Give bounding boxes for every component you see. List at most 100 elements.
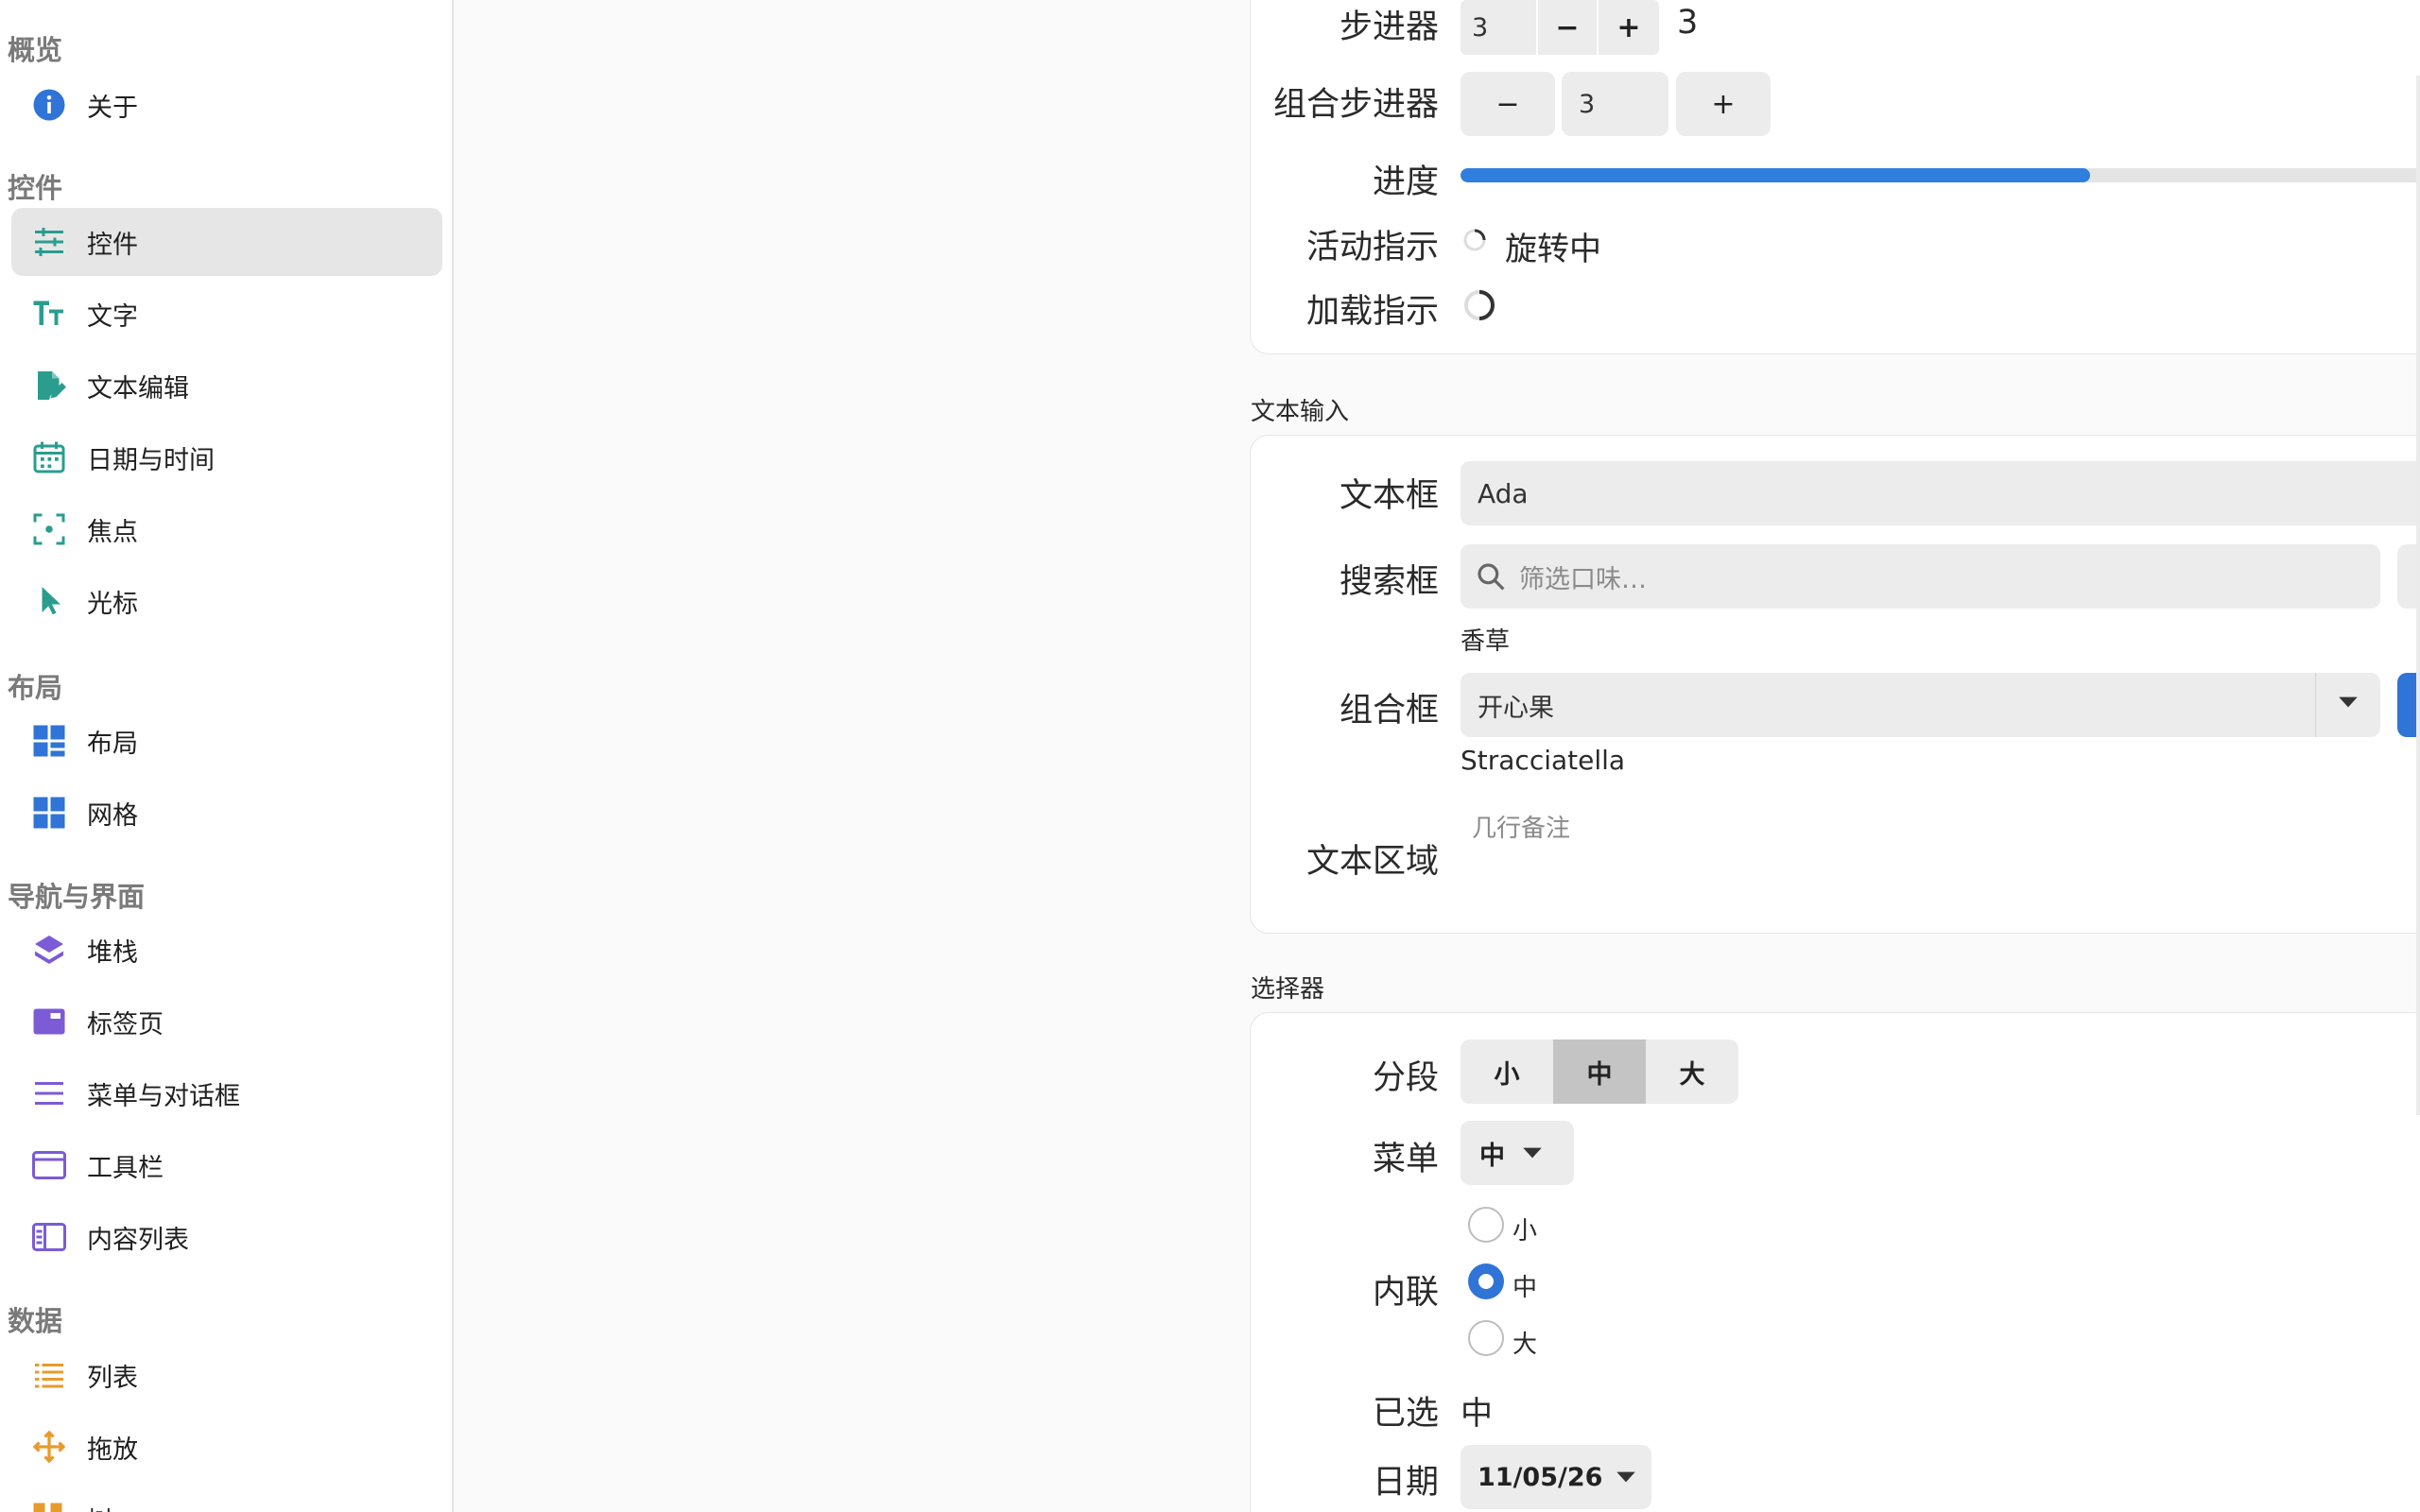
progress-label: 进度 (1372, 163, 1439, 201)
pickers-header: 选择器 (1251, 975, 1325, 1004)
chevron-down-icon (1614, 1465, 1638, 1489)
date-label: 日期 (1372, 1464, 1439, 1502)
radio-small[interactable] (1468, 1207, 1504, 1243)
sidebar-item-tabs[interactable]: 标签页 (11, 988, 442, 1056)
search-label: 搜索框 (1339, 563, 1439, 601)
text-size-icon (32, 297, 66, 331)
combo-stepper-input[interactable]: 3 (1562, 72, 1668, 136)
sidebar-item-stack[interactable]: 堆栈 (11, 916, 442, 984)
sidebar-item-menus-dialogs[interactable]: 菜单与对话框 (11, 1059, 442, 1127)
date-picker-button[interactable]: 11/05/26 (1461, 1445, 1651, 1509)
textarea[interactable]: 几行备注 (1461, 799, 2420, 903)
activity-indicator-label: 活动指示 (1305, 229, 1439, 266)
sidebar-item-drag-drop[interactable]: 拖放 (11, 1413, 442, 1481)
sidebar-item-label: 列表 (87, 1363, 138, 1393)
combobox-input[interactable]: 开心果 (1461, 673, 2315, 737)
sidebar-item-label: 日期与时间 (87, 445, 215, 475)
plus-label: + (1616, 10, 1641, 44)
grid-icon (32, 796, 66, 830)
sidebar-item-label: 网格 (87, 800, 138, 831)
stepper-increment-button[interactable]: + (1599, 0, 1659, 55)
document-edit-icon (32, 369, 66, 403)
sidebar-item-label: 文本编辑 (87, 373, 189, 404)
sidebar-item-layout[interactable]: 布局 (11, 707, 442, 775)
combobox-label: 组合框 (1339, 692, 1439, 730)
radio-medium[interactable] (1468, 1263, 1504, 1299)
columns-icon (32, 1220, 66, 1254)
pointer-icon (32, 584, 66, 618)
textfield-input[interactable]: Ada (1461, 461, 2420, 525)
sidebar-item-controls[interactable]: 控件 (11, 208, 442, 276)
sidebar-item-list[interactable]: 列表 (11, 1341, 442, 1409)
search-input[interactable]: 筛选口味… (1461, 544, 2380, 609)
sidebar-item-label: 光标 (87, 589, 138, 619)
tree-icon (32, 1502, 66, 1512)
sliders-icon (32, 225, 66, 259)
combobox-dropdown-button[interactable] (2315, 673, 2380, 737)
menu-button[interactable]: 中 (1461, 1121, 1574, 1185)
sidebar-item-label: 控件 (87, 230, 138, 260)
combo-stepper-decrement-button[interactable]: − (1461, 72, 1555, 136)
textarea-placeholder: 几行备注 (1472, 815, 1571, 843)
focus-icon (32, 512, 66, 546)
chevron-down-icon (1520, 1141, 1545, 1165)
radio-small-label: 小 (1512, 1217, 1538, 1246)
segment-large[interactable]: 大 (1646, 1040, 1738, 1104)
sidebar-item-label: 拖放 (87, 1435, 138, 1465)
section-title-layout: 布局 (8, 672, 63, 704)
radio-large-label: 大 (1512, 1331, 1538, 1359)
sidebar-item-date-time[interactable]: 日期与时间 (11, 423, 442, 491)
segment-medium[interactable]: 中 (1553, 1040, 1646, 1104)
radio-large[interactable] (1468, 1320, 1504, 1356)
selected-value: 中 (1461, 1395, 1493, 1433)
sidebar-item-grid[interactable]: 网格 (11, 779, 442, 847)
textarea-label: 文本区域 (1305, 843, 1439, 881)
sidebar-item-label: 工具栏 (87, 1153, 164, 1183)
sidebar-item-text-editing[interactable]: 文本编辑 (11, 352, 442, 420)
combo-stepper-increment-button[interactable]: + (1676, 72, 1771, 136)
loading-indicator-label: 加载指示 (1305, 293, 1439, 331)
sidebar-item-partial[interactable]: 树 (11, 1485, 442, 1512)
scrollbar[interactable] (2416, 76, 2420, 1115)
sidebar-item-label: 标签页 (87, 1009, 164, 1040)
main-content: 步进器 3 − + 3 组合步进器 − 3 + 进度 活动指示 旋转中 加载指示… (456, 0, 2420, 1512)
sidebar-item-cursor[interactable]: 光标 (11, 567, 442, 635)
stepper-input[interactable]: 3 (1461, 0, 1536, 55)
plus-label: + (1711, 87, 1736, 121)
search-placeholder: 筛选口味… (1519, 564, 1647, 594)
stepper-decrement-button[interactable]: − (1538, 0, 1597, 55)
calendar-icon (32, 440, 66, 474)
sidebar-item-content-list[interactable]: 内容列表 (11, 1203, 442, 1271)
sidebar-item-text[interactable]: 文字 (11, 280, 442, 348)
sidebar-item-label: 关于 (87, 93, 138, 123)
segment-small[interactable]: 小 (1461, 1040, 1553, 1104)
sidebar-item-label: 文字 (87, 301, 138, 332)
tabs-icon (32, 1005, 66, 1039)
date-value: 11/05/26 (1478, 1462, 1603, 1492)
sidebar-item-label: 焦点 (87, 517, 138, 547)
loading-spinner-icon (1462, 288, 1496, 322)
sidebar-item-label: 树 (87, 1501, 112, 1512)
section-title-data: 数据 (8, 1305, 63, 1337)
segment-label: 分段 (1372, 1059, 1439, 1097)
move-icon (32, 1430, 66, 1464)
minus-label: − (1555, 10, 1580, 44)
sidebar: 概览 关于 控件 控件 文字 文本编辑 日期与时间 焦点 光标 布局 布局 网格… (0, 0, 454, 1512)
section-title-controls: 控件 (8, 172, 63, 204)
search-result-text: 香草 (1461, 627, 1511, 656)
section-title-overview: 概览 (8, 34, 63, 66)
layout-icon (32, 724, 66, 758)
sidebar-item-toolbar[interactable]: 工具栏 (11, 1131, 442, 1199)
progress-fill (1461, 168, 2090, 182)
progress-bar (1461, 168, 2420, 182)
sidebar-item-label: 菜单与对话框 (87, 1081, 240, 1111)
sidebar-item-about[interactable]: 关于 (11, 71, 442, 139)
sidebar-item-label: 布局 (87, 729, 138, 759)
chevron-down-icon (2336, 689, 2360, 722)
minus-label: − (1495, 87, 1520, 121)
menu-label: 菜单 (1372, 1141, 1439, 1178)
inline-label: 内联 (1372, 1274, 1439, 1312)
sidebar-item-focus[interactable]: 焦点 (11, 495, 442, 563)
text-input-header: 文本输入 (1251, 398, 1350, 426)
list-icon (32, 1358, 66, 1392)
